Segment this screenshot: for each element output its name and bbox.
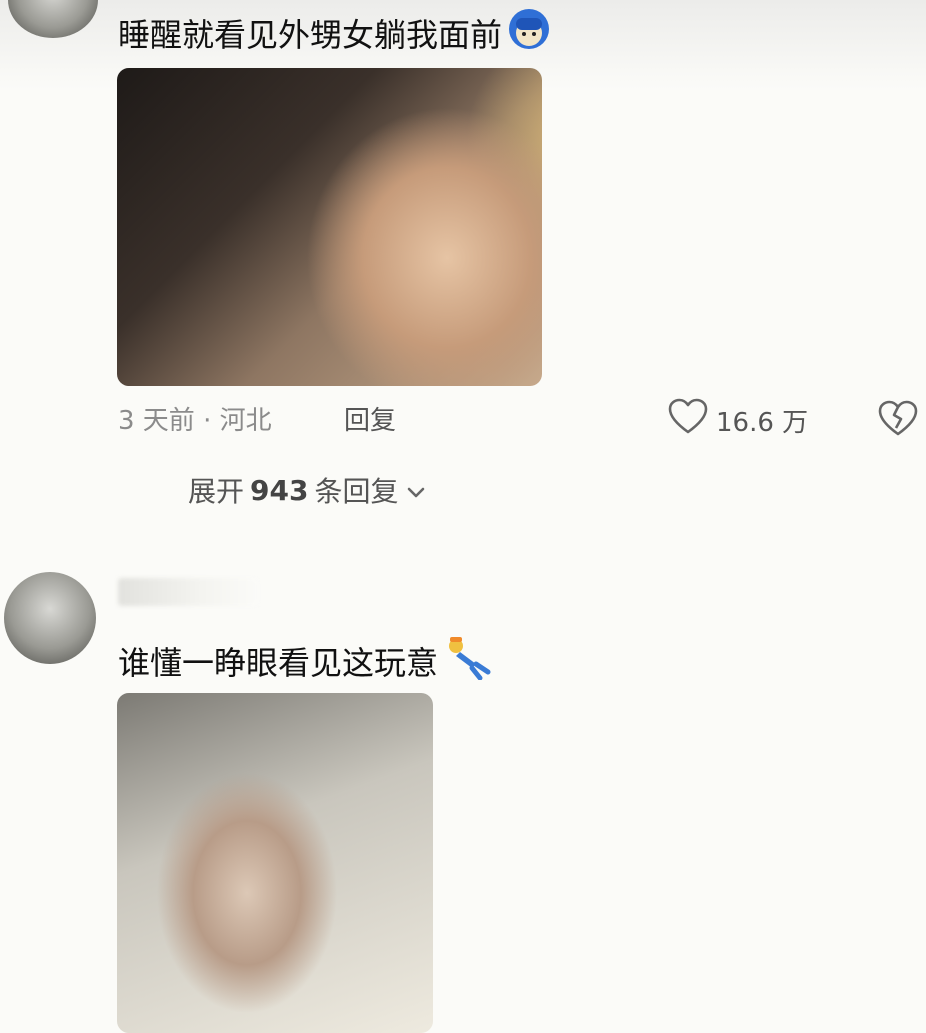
like-button[interactable]: 16.6 万 — [668, 398, 808, 443]
comment-photo[interactable] — [117, 68, 542, 386]
reply-count: 943 — [250, 473, 309, 507]
comment-photo[interactable] — [117, 693, 433, 1033]
expand-replies-button[interactable]: 展开 943 条回复 — [188, 470, 426, 510]
comment-text-content: 睡醒就看见外甥女躺我面前 — [118, 16, 503, 54]
avatar[interactable] — [4, 572, 96, 664]
comment-text-content: 谁懂一睁眼看见这玩意 — [118, 644, 439, 682]
chevron-down-icon — [406, 474, 426, 507]
expand-suffix: 条回复 — [314, 475, 399, 508]
comment-time: 3 天前 — [118, 406, 195, 436]
reply-button[interactable]: 回复 — [344, 400, 396, 437]
heart-outline-icon — [668, 398, 708, 443]
expand-prefix: 展开 — [188, 475, 245, 508]
comment-location: 河北 — [219, 406, 272, 436]
username-redacted — [118, 578, 258, 606]
like-count: 16.6 万 — [716, 408, 809, 438]
comment-text: 谁懂一睁眼看见这玩意 — [118, 634, 494, 689]
comment-meta: 3 天前 · 河北 — [118, 400, 272, 437]
falling-person-emoji-icon — [442, 634, 494, 689]
meta-separator: · — [203, 406, 212, 436]
blue-hair-face-emoji-icon — [506, 6, 552, 61]
broken-heart-icon[interactable] — [878, 400, 918, 442]
comment-text: 睡醒就看见外甥女躺我面前 — [118, 6, 552, 61]
